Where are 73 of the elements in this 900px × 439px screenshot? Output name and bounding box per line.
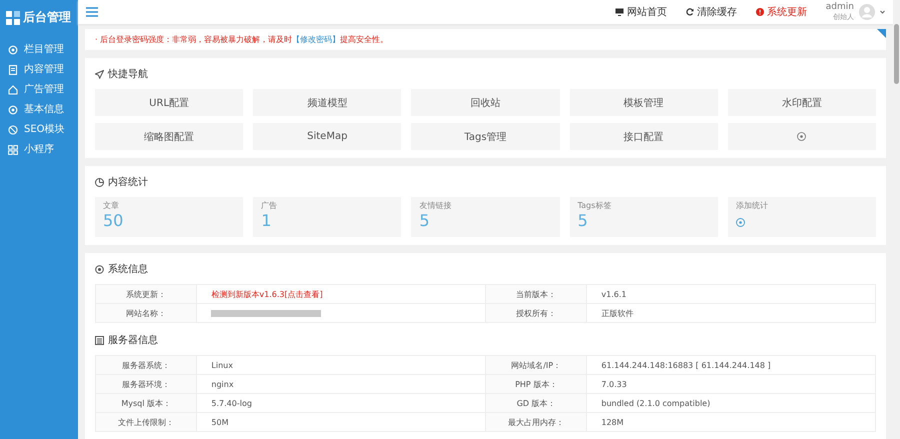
table-cell: 128M	[586, 412, 876, 432]
table-cell: 7.0.33	[586, 374, 876, 394]
stat-value: 5	[419, 211, 430, 231]
sidebar-item[interactable]: SEO模块	[0, 120, 78, 140]
stat-label: 广告	[261, 200, 278, 211]
table-cell: 服务器系统：	[96, 356, 197, 374]
menu-icon[interactable]	[86, 7, 98, 17]
table-cell: 正版软件	[586, 304, 876, 322]
top-link[interactable]: 清除缓存	[686, 5, 737, 19]
logo-icon	[6, 10, 20, 24]
quick-nav-button[interactable]: URL配置	[95, 89, 244, 116]
monitor-icon	[614, 8, 624, 16]
sidebar-item[interactable]: 基本信息	[0, 100, 78, 120]
sidebar-item[interactable]: 广告管理	[0, 80, 78, 100]
table-cell: 61.144.244.148:16883 [ 61.144.244.148 ]	[586, 356, 876, 374]
table-cell: 50M	[196, 412, 486, 432]
stat-label: 友情链接	[419, 200, 452, 211]
table-cell: 最大占用内存：	[485, 412, 587, 432]
section-title: 服务器信息	[108, 334, 158, 347]
table-cell: 检测到新版本v1.6.3[点击查看]	[196, 284, 486, 304]
quick-nav-button[interactable]: 缩略图配置	[95, 123, 244, 150]
sidebar-item[interactable]: 内容管理	[0, 60, 78, 80]
quick-nav-button[interactable]: 回收站	[411, 89, 560, 116]
corner-mark-icon	[877, 29, 886, 38]
stat-value: 50	[103, 211, 124, 231]
quick-nav-button[interactable]: 接口配置	[570, 123, 718, 150]
top-link[interactable]: 系统更新	[756, 5, 807, 19]
table-cell: GD 版本：	[485, 394, 587, 412]
table-cell: Mysql 版本：	[96, 394, 197, 412]
quick-nav-button[interactable]: 水印配置	[728, 89, 876, 116]
stat-label: 添加统计	[736, 200, 768, 211]
stat-value: 1	[261, 211, 272, 231]
quick-nav-button[interactable]: 模板管理	[570, 89, 718, 116]
document-icon	[8, 65, 18, 75]
circle-slash-icon	[8, 125, 18, 135]
table-cell: PHP 版本：	[485, 374, 587, 394]
table-cell: bundled (2.1.0 compatible)	[586, 394, 876, 412]
table-cell: 网站域名/IP：	[485, 356, 587, 374]
sidebar-item[interactable]: 小程序	[0, 140, 78, 160]
top-link[interactable]: 网站首页	[614, 5, 667, 19]
table-cell: 服务器环境：	[96, 374, 197, 394]
stat-value: 5	[578, 211, 588, 231]
table-cell: 系统更新：	[96, 284, 197, 304]
table-cell: 文件上传限制：	[96, 412, 197, 432]
table-cell: v1.6.1	[586, 284, 876, 304]
refresh-icon	[686, 8, 694, 16]
quick-nav-button[interactable]: Tags管理	[411, 123, 560, 150]
alert-icon	[756, 8, 764, 16]
grid-icon	[8, 145, 18, 155]
section-title: 快捷导航	[108, 68, 148, 81]
table-cell: nginx	[196, 374, 486, 394]
chart-icon	[95, 178, 104, 186]
send-icon	[95, 70, 104, 78]
user-name: admin	[826, 2, 854, 12]
stat-label: Tags标签	[578, 200, 612, 211]
quick-nav-button[interactable]: 频道模型	[253, 89, 402, 116]
caret-icon[interactable]	[880, 10, 885, 14]
section-title: 内容统计	[108, 176, 148, 189]
table-cell: 5.7.40-log	[196, 394, 486, 412]
table-cell: 授权所有：	[485, 304, 587, 322]
stat-label: 文章	[103, 200, 119, 211]
list-icon	[95, 336, 104, 344]
password-warning: · 后台登录密码强度：非常弱，容易被暴力破解，请及时【修改密码】提高安全性。	[95, 34, 390, 45]
avatar-icon[interactable]	[859, 4, 875, 20]
table-cell: 当前版本：	[485, 284, 587, 304]
quick-nav-button[interactable]: SiteMap	[253, 123, 402, 150]
sidebar-item[interactable]: 栏目管理	[0, 40, 78, 60]
section-title: 系统信息	[108, 262, 148, 276]
logo-text: 后台管理	[23, 9, 71, 26]
table-cell: 网站名称：	[96, 304, 197, 322]
house-icon	[8, 85, 18, 95]
change-password-link[interactable]: 【修改密码】	[292, 35, 340, 44]
table-cell: Linux	[196, 356, 486, 374]
